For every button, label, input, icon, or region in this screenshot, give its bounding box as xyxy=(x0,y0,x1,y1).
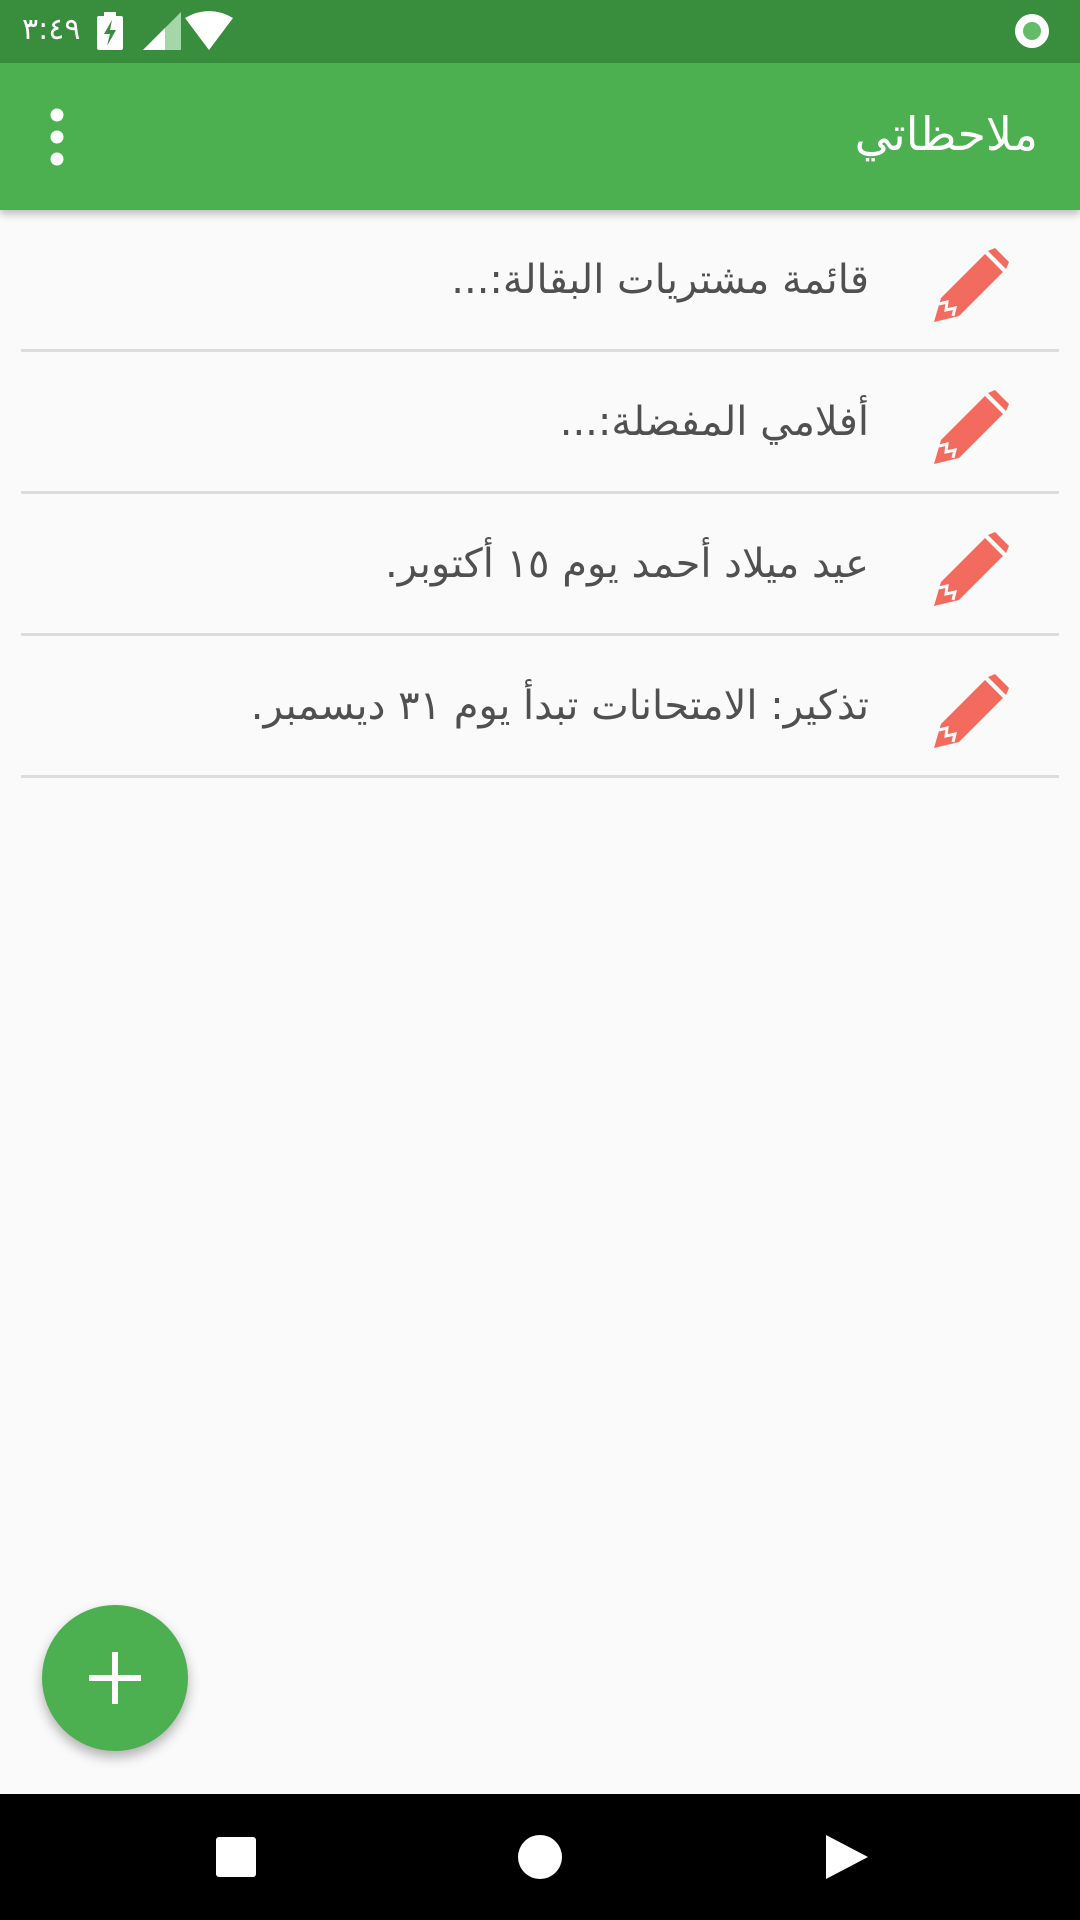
pencil-icon[interactable] xyxy=(933,674,1009,750)
home-circle-icon[interactable] xyxy=(500,1817,580,1897)
note-text: أفلامي المفضلة:... xyxy=(559,399,869,445)
plus-icon xyxy=(89,1652,141,1704)
note-item[interactable]: عيد ميلاد أحمد يوم ١٥ أكتوبر. xyxy=(21,494,1059,636)
wifi-icon xyxy=(185,11,233,50)
status-bar: ٣:٤٩ xyxy=(0,0,1080,63)
system-nav-bar xyxy=(0,1794,1080,1920)
pencil-icon[interactable] xyxy=(933,248,1009,324)
note-text: قائمة مشتريات البقالة:... xyxy=(451,257,869,303)
overflow-menu-button[interactable] xyxy=(24,101,90,173)
page-title: ملاحظاتي xyxy=(854,107,1038,161)
notes-list: قائمة مشتريات البقالة:... أفلامي المفضلة… xyxy=(21,210,1059,778)
note-text: تذكير: الامتحانات تبدأ يوم ٣١ ديسمبر. xyxy=(250,683,869,729)
note-text: عيد ميلاد أحمد يوم ١٥ أكتوبر. xyxy=(385,541,869,587)
pencil-icon[interactable] xyxy=(933,390,1009,466)
recents-square-icon[interactable] xyxy=(196,1817,276,1897)
back-triangle-icon[interactable] xyxy=(804,1817,884,1897)
status-time: ٣:٤٩ xyxy=(22,12,81,47)
record-dot-icon xyxy=(1015,14,1049,48)
pencil-icon[interactable] xyxy=(933,532,1009,608)
battery-charging-icon xyxy=(97,12,123,50)
note-item[interactable]: تذكير: الامتحانات تبدأ يوم ٣١ ديسمبر. xyxy=(21,636,1059,778)
more-vert-icon xyxy=(50,108,64,166)
add-note-button[interactable] xyxy=(42,1605,188,1751)
note-item[interactable]: أفلامي المفضلة:... xyxy=(21,352,1059,494)
cell-signal-icon xyxy=(143,12,181,50)
note-item[interactable]: قائمة مشتريات البقالة:... xyxy=(21,210,1059,352)
app-bar: ملاحظاتي xyxy=(0,63,1080,210)
